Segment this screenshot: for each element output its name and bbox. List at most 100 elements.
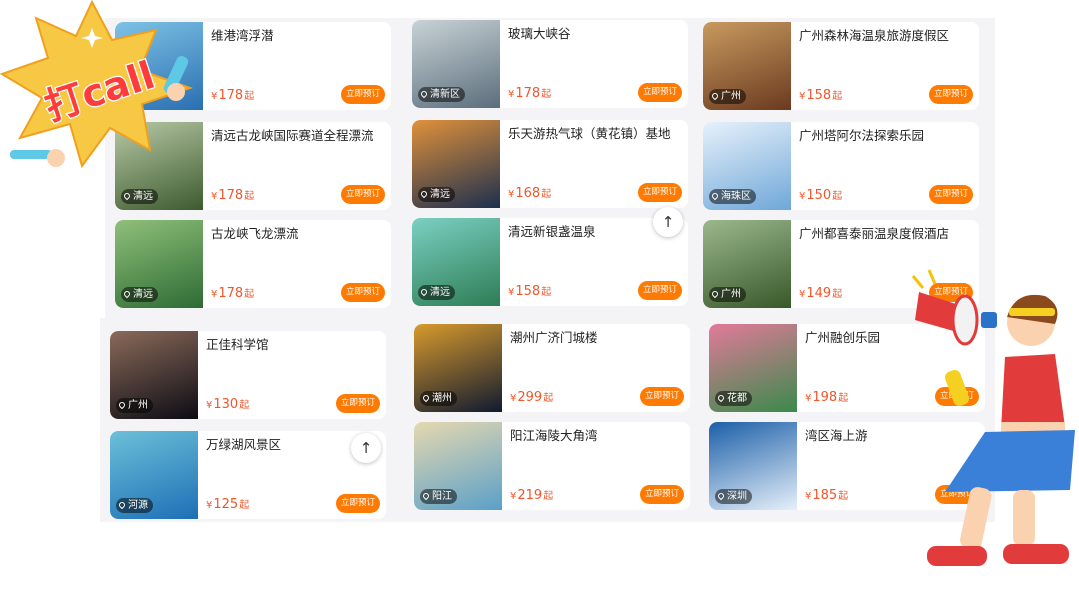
location-badge: 阳江: [420, 489, 457, 504]
book-now-button[interactable]: 立即预订: [637, 281, 682, 300]
attraction-thumbnail[interactable]: 广州: [703, 220, 791, 308]
book-now-button[interactable]: 立即预订: [637, 183, 682, 202]
hand-icon: [167, 83, 185, 101]
book-now-button[interactable]: 立即预订: [340, 185, 385, 204]
attraction-thumbnail[interactable]: 河源: [110, 431, 198, 519]
attraction-card[interactable]: 清新区 玻璃大峡谷 ¥178起 立即预订: [412, 20, 688, 108]
attraction-thumbnail[interactable]: 海珠区: [703, 122, 791, 210]
attraction-card[interactable]: 广州 正佳科学馆 ¥130起 立即预订: [110, 331, 386, 419]
price: ¥149起: [799, 285, 842, 301]
arrow-up-icon: ↑: [359, 439, 373, 457]
location-pin-icon: [716, 491, 726, 501]
location-text: 河源: [128, 500, 148, 511]
attraction-title[interactable]: 阳江海陵大角湾: [510, 427, 686, 444]
attraction-card[interactable]: 阳江 阳江海陵大角湾 ¥219起 立即预订: [414, 422, 690, 510]
arrow-up-icon: ↑: [661, 213, 675, 231]
book-now-button[interactable]: 立即预订: [340, 85, 385, 104]
attraction-title[interactable]: 维港湾浮潜: [211, 27, 387, 44]
attraction-title[interactable]: 广州塔阿尔法探索乐园: [799, 127, 975, 144]
attraction-card[interactable]: 海珠区 广州塔阿尔法探索乐园 ¥150起 立即预订: [703, 122, 979, 210]
attraction-title[interactable]: 广州森林海温泉旅游度假区: [799, 27, 975, 44]
price-value: 178: [218, 286, 244, 301]
price-unit: 起: [838, 393, 849, 404]
price-value: 178: [515, 86, 541, 101]
book-now-button[interactable]: 立即预订: [928, 185, 973, 204]
book-now-button[interactable]: 立即预订: [340, 283, 385, 302]
location-text: 海珠区: [721, 191, 751, 202]
attraction-title[interactable]: 潮州广济门城楼: [510, 329, 686, 346]
price-value: 125: [213, 497, 239, 512]
book-now-button[interactable]: 立即预订: [335, 394, 380, 413]
price: ¥130起: [206, 396, 249, 412]
attraction-thumbnail[interactable]: 广州: [703, 22, 791, 110]
attraction-title[interactable]: 玻璃大峡谷: [508, 25, 684, 42]
megaphone-icon: [911, 269, 997, 346]
price-unit: 起: [244, 289, 255, 300]
price-unit: 起: [541, 189, 552, 200]
attraction-card[interactable]: 河源 万绿湖风景区 ¥125起 立即预订: [110, 431, 386, 519]
location-pin-icon: [117, 500, 127, 510]
scroll-top-button[interactable]: ↑: [351, 433, 381, 463]
hand-icon: [945, 370, 969, 406]
location-pin-icon: [122, 289, 132, 299]
price: ¥150起: [799, 187, 842, 203]
attraction-thumbnail[interactable]: 潮州: [414, 324, 502, 412]
scroll-top-button[interactable]: ↑: [653, 207, 683, 237]
price-value: 149: [806, 286, 832, 301]
currency-symbol: ¥: [510, 393, 517, 404]
location-text: 广州: [721, 91, 741, 102]
book-now-button[interactable]: 立即预订: [335, 494, 380, 513]
attraction-title[interactable]: 清远古龙峡国际赛道全程漂流: [211, 127, 387, 144]
currency-symbol: ¥: [211, 91, 218, 102]
currency-symbol: ¥: [799, 289, 806, 300]
attraction-title[interactable]: 古龙峡飞龙漂流: [211, 225, 387, 242]
location-pin-icon: [419, 189, 429, 199]
location-text: 清新区: [430, 89, 460, 100]
location-text: 潮州: [432, 393, 452, 404]
attraction-card[interactable]: 清远 古龙峡飞龙漂流 ¥178起 立即预订: [115, 220, 391, 308]
location-text: 深圳: [727, 491, 747, 502]
attraction-thumbnail[interactable]: 广州: [110, 331, 198, 419]
price-value: 185: [812, 488, 838, 503]
book-now-button[interactable]: 立即预订: [639, 485, 684, 504]
currency-symbol: ¥: [508, 189, 515, 200]
price-value: 178: [218, 188, 244, 203]
attraction-thumbnail[interactable]: 深圳: [709, 422, 797, 510]
starburst-sticker: 打call: [0, 0, 194, 169]
book-now-button[interactable]: 立即预订: [928, 85, 973, 104]
book-now-button[interactable]: 立即预订: [639, 387, 684, 406]
price-unit: 起: [239, 500, 250, 511]
currency-symbol: ¥: [799, 191, 806, 202]
location-text: 清远: [133, 191, 153, 202]
price-value: 299: [517, 390, 543, 405]
attraction-card[interactable]: 广州 广州森林海温泉旅游度假区 ¥158起 立即预订: [703, 22, 979, 110]
attraction-thumbnail[interactable]: 清远: [412, 218, 500, 306]
attraction-card[interactable]: 潮州 潮州广济门城楼 ¥299起 立即预订: [414, 324, 690, 412]
attraction-card[interactable]: 清远 乐天游热气球（黄花镇）基地 ¥168起 立即预订: [412, 120, 688, 208]
attraction-thumbnail[interactable]: 花都: [709, 324, 797, 412]
price-unit: 起: [244, 191, 255, 202]
shoe: [1003, 544, 1069, 564]
attraction-thumbnail[interactable]: 清新区: [412, 20, 500, 108]
currency-symbol: ¥: [508, 89, 515, 100]
book-now-button[interactable]: 立即预订: [637, 83, 682, 102]
price: ¥219起: [510, 487, 553, 503]
location-badge: 深圳: [715, 489, 752, 504]
attraction-title[interactable]: 正佳科学馆: [206, 336, 382, 353]
location-badge: 清新区: [418, 87, 465, 102]
attraction-thumbnail[interactable]: 阳江: [414, 422, 502, 510]
attraction-thumbnail[interactable]: 清远: [115, 220, 203, 308]
price-unit: 起: [239, 400, 250, 411]
location-text: 清远: [430, 189, 450, 200]
price: ¥158起: [508, 283, 551, 299]
price: ¥185起: [805, 487, 848, 503]
currency-symbol: ¥: [799, 91, 806, 102]
attraction-title[interactable]: 广州都喜泰丽温泉度假酒店: [799, 225, 975, 242]
location-badge: 清远: [418, 285, 455, 300]
attraction-thumbnail[interactable]: 清远: [412, 120, 500, 208]
location-badge: 清远: [121, 189, 158, 204]
location-badge: 海珠区: [709, 189, 756, 204]
shoe: [927, 546, 987, 566]
attraction-card[interactable]: 清远 清远新银盏温泉 ¥158起 立即预订: [412, 218, 688, 306]
attraction-title[interactable]: 乐天游热气球（黄花镇）基地: [508, 125, 684, 142]
